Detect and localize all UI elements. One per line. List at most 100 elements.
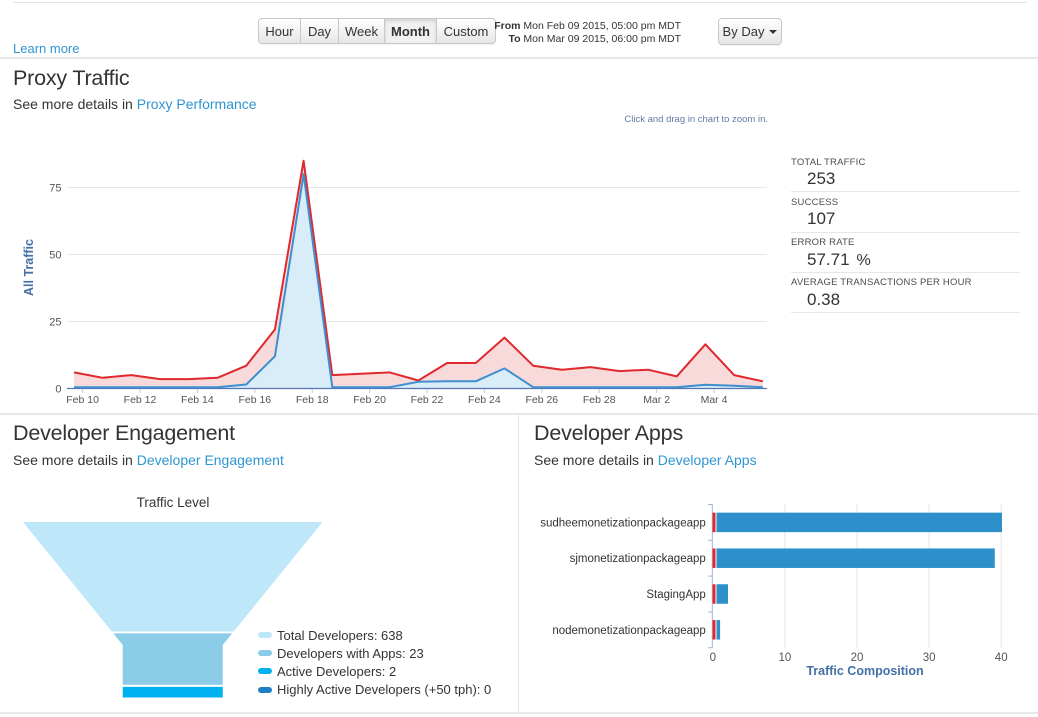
funnel-segment-0[interactable]: [23, 522, 323, 632]
bar-success-3[interactable]: [716, 620, 721, 640]
group-by-label: By Day: [722, 24, 765, 39]
x-tick-label: Feb 22: [411, 394, 444, 406]
stat-label: SUCCESS: [791, 196, 839, 208]
developer-apps-link[interactable]: Developer Apps: [658, 452, 757, 468]
developer-apps-subtitle: See more details in Developer Apps: [534, 452, 757, 468]
stat-label: ERROR RATE: [791, 237, 855, 249]
bar-success-0[interactable]: [716, 512, 1002, 533]
legend-row: Total Developers: 638: [258, 626, 491, 644]
traffic-stats-panel: TOTAL TRAFFIC 253 SUCCESS 107 ERROR RATE…: [791, 152, 1020, 314]
footer-strip: [0, 713, 1038, 717]
y-axis-title: All Traffic: [22, 239, 36, 296]
funnel-legend: Total Developers: 638 Developers with App…: [258, 626, 491, 699]
range-button-day[interactable]: Day: [301, 18, 339, 44]
legend-swatch: [258, 632, 272, 639]
x-tick-label: 30: [923, 652, 936, 664]
x-tick-label: Feb 28: [583, 394, 616, 406]
x-tick-label: 40: [995, 652, 1008, 664]
success-line[interactable]: [74, 173, 763, 389]
stat-value-unit: %: [856, 251, 871, 269]
y-tick-label: 0: [55, 384, 61, 396]
legend-swatch: [258, 686, 272, 693]
subtitle-prefix: See more details in: [13, 96, 137, 112]
bar-error-2[interactable]: [712, 584, 716, 604]
legend-label: Total Developers: 638: [277, 627, 403, 643]
top-border-line: [13, 2, 1027, 3]
x-tick-label: Feb 14: [181, 394, 214, 406]
x-tick-label: 20: [851, 652, 864, 664]
x-tick-label: 0: [710, 652, 716, 664]
bar-category-label: nodemonetizationpackageapp: [552, 625, 705, 637]
developer-apps-title: Developer Apps: [534, 420, 683, 445]
x-tick-label: Feb 26: [525, 394, 558, 406]
x-tick-label: Feb 18: [296, 394, 329, 406]
bar-success-1[interactable]: [716, 548, 995, 568]
stat-value: 107: [807, 209, 836, 229]
from-label: From: [494, 20, 521, 32]
developer-engagement-subtitle: See more details in Developer Engagement: [13, 452, 284, 468]
range-button-hour[interactable]: Hour: [258, 18, 301, 44]
bar-error-1[interactable]: [712, 548, 716, 568]
all-traffic-area[interactable]: [74, 160, 763, 389]
header-divider: [0, 57, 1038, 59]
legend-label: Highly Active Developers (+50 tph): 0: [277, 682, 492, 698]
x-tick-label: Feb 24: [468, 394, 501, 406]
funnel-segment-1[interactable]: [113, 633, 233, 685]
date-range-summary: From Mon Feb 09 2015, 05:00 pm MDT To Mo…: [481, 20, 681, 45]
stat-row-error-rate: ERROR RATE 57.71%: [791, 233, 1020, 273]
bar-category-label: sudheemonetizationpackageapp: [540, 517, 706, 529]
stat-row-average-tph: AVERAGE TRANSACTIONS PER HOUR 0.38: [791, 273, 1020, 314]
x-tick-label: Feb 16: [238, 394, 271, 406]
stat-value: 0.38: [807, 289, 841, 309]
caret-down-icon: [769, 29, 778, 34]
x-axis-title: Traffic Composition: [806, 664, 923, 678]
date-range-to: To Mon Mar 09 2015, 06:00 pm MDT: [481, 33, 681, 46]
stat-row-total-traffic: TOTAL TRAFFIC 253: [791, 152, 1020, 193]
subtitle-prefix: See more details in: [13, 452, 137, 468]
developer-apps-chart[interactable]: sudheemonetizationpackageapp sjmonetizati…: [519, 495, 1038, 690]
y-tick-label: 50: [49, 250, 61, 262]
group-by-dropdown-button[interactable]: By Day: [718, 18, 782, 45]
bar-success-2[interactable]: [716, 584, 729, 604]
section-divider: [0, 413, 1038, 415]
proxy-traffic-chart[interactable]: 0 25 50 75 Feb 10 Feb 12 Feb 14 Feb 16 Feb 18 Feb…: [0, 130, 790, 410]
bar-error-0[interactable]: [712, 512, 716, 533]
developer-engagement-link[interactable]: Developer Engagement: [137, 452, 284, 468]
legend-row: Active Developers: 2: [258, 662, 491, 680]
funnel-segment-2[interactable]: [122, 686, 223, 698]
from-value: Mon Feb 09 2015, 05:00 pm MDT: [523, 20, 681, 32]
bar-category-label: StagingApp: [646, 589, 705, 601]
proxy-performance-link[interactable]: Proxy Performance: [137, 96, 257, 112]
legend-label: Active Developers: 2: [277, 663, 397, 679]
success-area[interactable]: [74, 174, 763, 389]
stat-value: 57.71%: [791, 250, 1020, 270]
x-tick-label: Feb 10: [66, 394, 99, 406]
legend-swatch: [258, 650, 272, 657]
proxy-traffic-title: Proxy Traffic: [13, 66, 130, 90]
to-value: Mon Mar 09 2015, 06:00 pm MDT: [523, 32, 681, 45]
stat-label: AVERAGE TRANSACTIONS PER HOUR: [791, 277, 972, 289]
date-range-from: From Mon Feb 09 2015, 05:00 pm MDT: [481, 20, 681, 33]
funnel-chart-title: Traffic Level: [136, 495, 210, 510]
learn-more-link[interactable]: Learn more: [13, 41, 79, 56]
y-tick-label: 75: [49, 183, 61, 195]
time-range-button-group: Hour Day Week Month Custom: [258, 18, 496, 44]
stat-value-number: 57.71: [807, 249, 850, 269]
y-tick-label: 25: [49, 317, 61, 329]
analytics-dashboard: Learn more Hour Day Week Month Custom From M…: [0, 0, 1038, 717]
stat-label: TOTAL TRAFFIC: [791, 156, 866, 168]
proxy-traffic-subtitle: See more details in Proxy Performance: [13, 96, 257, 112]
stat-row-success: SUCCESS 107: [791, 192, 1020, 233]
legend-swatch: [258, 668, 272, 675]
stat-value: 253: [807, 169, 836, 188]
x-tick-label: Feb 12: [124, 394, 157, 406]
zoom-hint: Click and drag in chart to zoom in.: [624, 114, 768, 125]
x-tick-label: Mar 2: [643, 394, 670, 406]
range-button-week[interactable]: Week: [339, 18, 385, 44]
bar-category-label: sjmonetizationpackageapp: [570, 553, 706, 565]
subtitle-prefix: See more details in: [534, 452, 658, 468]
range-button-month[interactable]: Month: [385, 18, 437, 44]
bar-error-3[interactable]: [712, 620, 716, 640]
all-traffic-line[interactable]: [73, 159, 764, 383]
legend-row: Highly Active Developers (+50 tph): 0: [258, 681, 491, 699]
